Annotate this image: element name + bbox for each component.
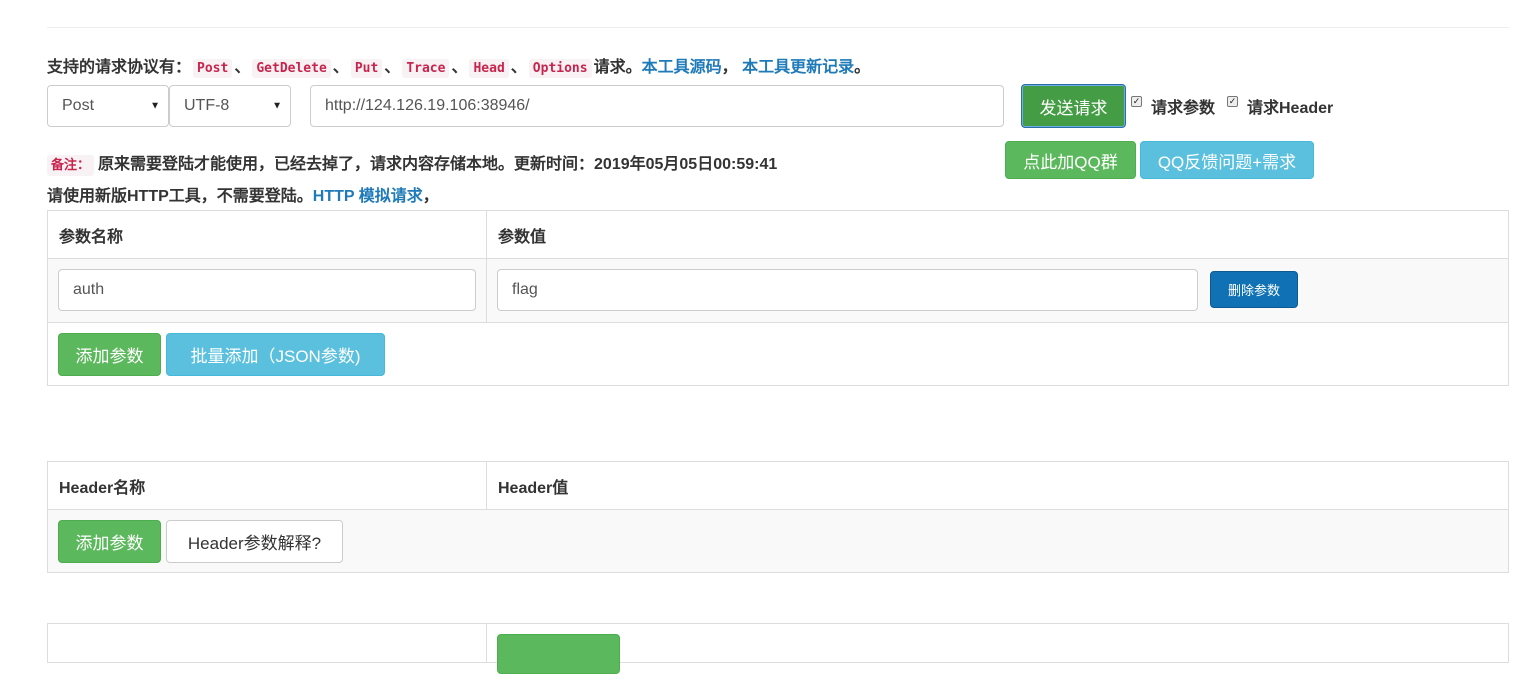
separator: 、 bbox=[234, 59, 251, 76]
method-select[interactable]: Post ▼ bbox=[47, 85, 169, 127]
separator: ， bbox=[721, 59, 738, 76]
protocol-tag: Put bbox=[350, 59, 383, 78]
qq-feedback-button[interactable]: QQ反馈问题+需求 bbox=[1140, 141, 1314, 179]
notice2-suffix: ， bbox=[422, 188, 439, 205]
caret-down-icon: ▼ bbox=[272, 100, 282, 112]
params-table: 参数名称 参数值 auth flag 删除参数 添加参数 批量添加（JSON参数… bbox=[47, 210, 1509, 386]
encoding-value: UTF-8 bbox=[184, 97, 230, 114]
params-checkbox[interactable]: ✓ bbox=[1131, 96, 1142, 107]
http-simulate-link[interactable]: HTTP 模拟请求 bbox=[313, 188, 423, 205]
encoding-select[interactable]: UTF-8 ▼ bbox=[169, 85, 291, 127]
column-divider bbox=[486, 624, 487, 662]
add-header-button[interactable]: 添加参数 bbox=[58, 520, 161, 563]
header-value-header: Header值 bbox=[498, 479, 569, 497]
param-value-value: flag bbox=[512, 281, 538, 298]
header-name-header: Header名称 bbox=[59, 479, 146, 497]
param-value-input[interactable]: flag bbox=[497, 269, 1198, 311]
param-name-header: 参数名称 bbox=[59, 228, 124, 246]
param-value-header: 参数值 bbox=[498, 228, 547, 246]
header-table: Header名称 Header值 添加参数 Header参数解释? bbox=[47, 461, 1509, 573]
notice-text: 原来需要登陆才能使用，已经去掉了，请求内容存储本地。更新时间：2019年05月0… bbox=[98, 156, 778, 173]
header-checkbox[interactable]: ✓ bbox=[1227, 96, 1238, 107]
params-table-header: 参数名称 参数值 bbox=[48, 211, 1508, 258]
send-request-button[interactable]: 发送请求 bbox=[1021, 84, 1126, 128]
protocol-tag: Post bbox=[193, 59, 233, 78]
notice-line-2: 请使用新版HTTP工具，不需要登陆。HTTP 模拟请求， bbox=[47, 182, 439, 206]
protocols-suffix: 请求。 bbox=[593, 59, 642, 76]
changelog-link[interactable]: 本工具更新记录 bbox=[742, 59, 854, 76]
header-checkbox-label: 请求Header bbox=[1247, 100, 1334, 117]
supported-protocols-line: 支持的请求协议有： Post、 GetDelete、 Put、 Trace、 Head、 O… bbox=[47, 53, 871, 78]
separator: 、 bbox=[384, 59, 401, 76]
column-divider bbox=[486, 259, 487, 322]
table-row: auth flag 删除参数 bbox=[48, 258, 1508, 322]
header-explain-button[interactable]: Header参数解释? bbox=[166, 520, 343, 563]
protocol-tag: Trace bbox=[402, 59, 450, 78]
header-actions-row: 添加参数 Header参数解释? bbox=[48, 509, 1508, 572]
separator: 、 bbox=[510, 59, 527, 76]
url-input[interactable]: http://124.126.19.106:38946/ bbox=[310, 85, 1004, 127]
protocols-prefix: 支持的请求协议有： bbox=[47, 59, 192, 76]
caret-down-icon: ▼ bbox=[150, 100, 160, 112]
add-param-button[interactable]: 添加参数 bbox=[58, 333, 161, 376]
source-code-link[interactable]: 本工具源码 bbox=[642, 59, 722, 76]
top-divider bbox=[47, 27, 1509, 28]
notice-tag: 备注： bbox=[47, 155, 95, 176]
bottom-table bbox=[47, 623, 1509, 674]
header-table-header: Header名称 Header值 bbox=[48, 462, 1508, 509]
delete-param-button[interactable]: 删除参数 bbox=[1210, 271, 1298, 308]
bulk-add-json-button[interactable]: 批量添加（JSON参数) bbox=[166, 333, 385, 376]
notice2-prefix: 请使用新版HTTP工具，不需要登陆。 bbox=[47, 188, 313, 205]
params-checkbox-label: 请求参数 bbox=[1151, 100, 1216, 117]
url-value: http://124.126.19.106:38946/ bbox=[325, 97, 530, 114]
protocol-tag: Head bbox=[469, 59, 509, 78]
period: 。 bbox=[854, 59, 871, 76]
params-actions-row: 添加参数 批量添加（JSON参数) bbox=[48, 322, 1508, 385]
notice-line: 备注： 原来需要登陆才能使用，已经去掉了，请求内容存储本地。更新时间：2019年0… bbox=[47, 150, 778, 176]
separator: 、 bbox=[332, 59, 349, 76]
param-name-value: auth bbox=[73, 281, 105, 298]
param-name-input[interactable]: auth bbox=[58, 269, 476, 311]
method-value: Post bbox=[62, 97, 95, 114]
protocol-tag: GetDelete bbox=[252, 59, 331, 78]
protocol-tag: Options bbox=[528, 59, 592, 78]
bottom-green-button[interactable] bbox=[497, 634, 620, 674]
separator: 、 bbox=[451, 59, 468, 76]
join-qq-group-button[interactable]: 点此加QQ群 bbox=[1005, 141, 1136, 179]
